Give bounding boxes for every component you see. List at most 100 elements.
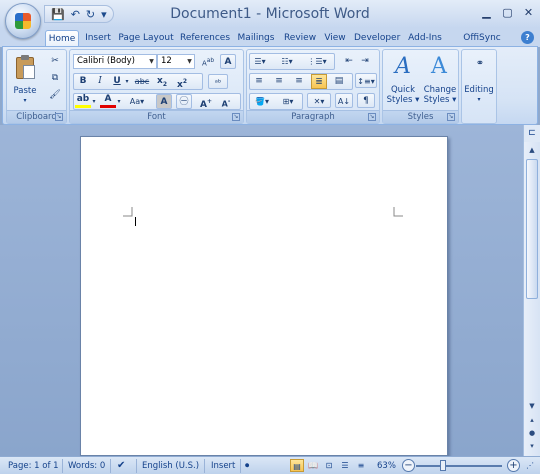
editing-dropdown-icon[interactable]: ▾ [462, 95, 496, 105]
zoom-level[interactable]: 63% [377, 460, 396, 472]
shrink-font-size-icon[interactable]: A- [218, 94, 234, 109]
styles-launcher-icon[interactable]: ↘ [447, 113, 455, 121]
scroll-down-icon[interactable]: ▼ [526, 400, 538, 412]
vertical-scrollbar[interactable]: ▲ ▼ ▴ ● ▾ [523, 142, 540, 456]
tab-developer[interactable]: Developer [354, 30, 400, 47]
page-count-status[interactable]: Page: 1 of 1 [8, 460, 59, 472]
font-group-label: Font ↘ [70, 110, 243, 123]
help-icon[interactable]: ? [521, 31, 534, 44]
change-case-icon[interactable]: ᵃᵇ [208, 74, 228, 89]
zoom-slider-thumb[interactable] [440, 460, 446, 471]
change-styles-icon[interactable]: A [427, 54, 451, 80]
outline-view-icon[interactable]: ☰ [338, 459, 352, 472]
tab-mailings[interactable]: Mailings [236, 30, 276, 47]
print-layout-view-icon[interactable]: ▤ [290, 459, 304, 472]
close-button[interactable]: ✕ [519, 3, 538, 21]
highlight-icon[interactable]: ab [75, 94, 91, 108]
change-case-dropdown-icon[interactable]: Aa▾ [126, 94, 148, 109]
paste-button[interactable]: Paste [10, 86, 40, 96]
asian-layout-icon[interactable]: ✕▾ [307, 93, 331, 108]
font-name-dropdown-icon[interactable]: ▼ [147, 55, 156, 68]
web-layout-icon[interactable]: ⊡ [322, 459, 336, 472]
align-right-icon[interactable]: ≡ [291, 74, 307, 89]
binoculars-icon[interactable]: ⚭ [470, 54, 490, 74]
paragraph-launcher-icon[interactable]: ↘ [368, 113, 376, 121]
format-painter-icon[interactable]: 🖌 [47, 88, 63, 103]
editing-button[interactable]: Editing [462, 85, 496, 95]
grow-font-icon[interactable]: Aab [200, 54, 216, 69]
macro-recording-icon[interactable]: ⏺ [245, 460, 249, 472]
align-left-icon[interactable]: ≡ [251, 74, 267, 89]
maximize-button[interactable]: ▢ [498, 3, 517, 21]
tab-review[interactable]: Review [283, 30, 317, 47]
font-color-dropdown-icon[interactable]: ▾ [115, 94, 123, 109]
quick-styles-icon[interactable]: A [391, 54, 415, 80]
zoom-out-icon[interactable]: − [402, 459, 415, 472]
group-editing[interactable]: ⚭ Editing ▾ [461, 49, 497, 124]
line-spacing-icon[interactable]: ↕≡▾ [355, 73, 377, 88]
numbering-icon[interactable]: ☷▾ [277, 54, 297, 69]
tab-offisync[interactable]: OffiSync (Beta) [450, 30, 514, 59]
tab-add-ins[interactable]: Add-Ins [406, 30, 444, 47]
sort-icon[interactable]: A↓ [335, 93, 353, 108]
cut-icon[interactable]: ✂ [47, 54, 63, 69]
draft-view-icon[interactable]: ≡ [354, 459, 368, 472]
font-color-icon[interactable]: A [100, 94, 116, 108]
full-screen-reading-icon[interactable]: 📖 [306, 459, 320, 472]
borders-icon[interactable]: ⊞▾ [277, 94, 299, 109]
copy-icon[interactable]: ⧉ [47, 71, 63, 86]
quick-styles-button[interactable]: Quick Styles ▾ [384, 85, 422, 105]
change-styles-button[interactable]: Change Styles ▾ [420, 85, 460, 105]
grow-font-size-icon[interactable]: A+ [198, 94, 214, 110]
clear-formatting-icon[interactable]: A [220, 54, 236, 69]
previous-page-icon[interactable]: ▴ [526, 414, 538, 426]
align-center-icon[interactable]: ≡ [271, 74, 287, 89]
multilevel-list-icon[interactable]: ⋮☰▾ [305, 54, 329, 69]
office-button[interactable] [5, 3, 41, 39]
distributed-icon[interactable]: ▤ [331, 74, 347, 89]
styles-group-label: Styles ↘ [383, 110, 458, 123]
tab-page-layout[interactable]: Page Layout [118, 30, 174, 47]
enclose-characters-icon[interactable]: ㊀ [176, 94, 192, 109]
zoom-slider[interactable] [416, 465, 502, 467]
tab-view[interactable]: View [321, 30, 349, 47]
bullets-icon[interactable]: ☰▾ [250, 54, 270, 69]
show-formatting-marks-icon[interactable]: ¶ [357, 93, 375, 108]
font-size-combo[interactable]: 12 ▼ [157, 54, 195, 69]
next-page-icon[interactable]: ▾ [526, 440, 538, 452]
paste-dropdown-icon[interactable]: ▾ [10, 96, 40, 106]
font-size-dropdown-icon[interactable]: ▼ [185, 55, 194, 68]
increase-indent-icon[interactable]: ⇥ [357, 54, 373, 69]
resize-grip-icon[interactable]: ⋰ [526, 460, 534, 472]
subscript-icon[interactable]: x2 [154, 74, 170, 89]
clipboard-launcher-icon[interactable]: ↘ [55, 113, 63, 121]
zoom-in-icon[interactable]: + [507, 459, 520, 472]
proofing-icon[interactable]: ✔ [117, 460, 125, 472]
underline-dropdown-icon[interactable]: ▾ [123, 74, 131, 89]
language-status[interactable]: English (U.S.) [142, 460, 199, 472]
strikethrough-icon[interactable]: abc [132, 74, 152, 89]
insert-mode-status[interactable]: Insert [211, 460, 235, 472]
justify-icon[interactable]: ≣ [311, 74, 327, 89]
italic-icon[interactable]: I [92, 74, 108, 89]
tab-home[interactable]: Home [45, 30, 79, 47]
view-ruler-icon[interactable]: ⊏ [523, 125, 540, 142]
font-name-combo[interactable]: Calibri (Body) ▼ [73, 54, 157, 69]
tab-insert[interactable]: Insert [82, 30, 114, 47]
word-count-status[interactable]: Words: 0 [68, 460, 105, 472]
select-browse-object-icon[interactable]: ● [526, 427, 538, 439]
status-divider [110, 459, 111, 473]
scroll-thumb[interactable] [526, 159, 538, 299]
shading-icon[interactable]: 🪣▾ [251, 94, 273, 109]
highlight-dropdown-icon[interactable]: ▾ [90, 94, 98, 109]
paste-icon[interactable] [14, 55, 36, 81]
decrease-indent-icon[interactable]: ⇤ [341, 54, 357, 69]
document-page[interactable] [80, 136, 448, 456]
scroll-up-icon[interactable]: ▲ [526, 144, 538, 156]
character-shading-icon[interactable]: A [156, 94, 172, 109]
minimize-button[interactable]: ▁ [477, 3, 496, 21]
superscript-icon[interactable]: x2 [174, 74, 190, 90]
bold-icon[interactable]: B [75, 74, 91, 89]
font-launcher-icon[interactable]: ↘ [232, 113, 240, 121]
tab-references[interactable]: References [180, 30, 230, 47]
